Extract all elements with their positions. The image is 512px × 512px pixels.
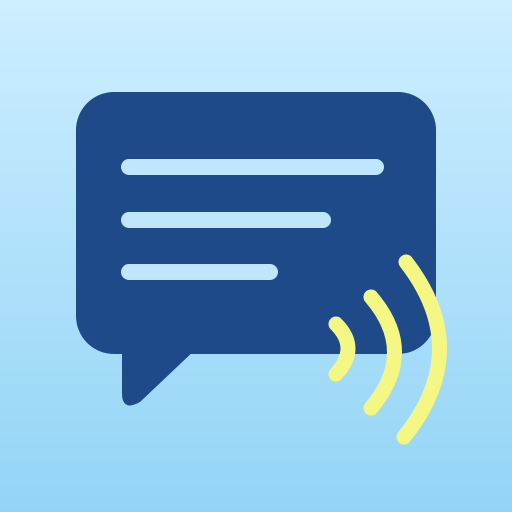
- app-icon: [0, 0, 512, 512]
- speech-bubble-tail: [122, 330, 216, 406]
- app-icon-artwork: [76, 92, 447, 445]
- speech-bubble-icon: [76, 92, 436, 406]
